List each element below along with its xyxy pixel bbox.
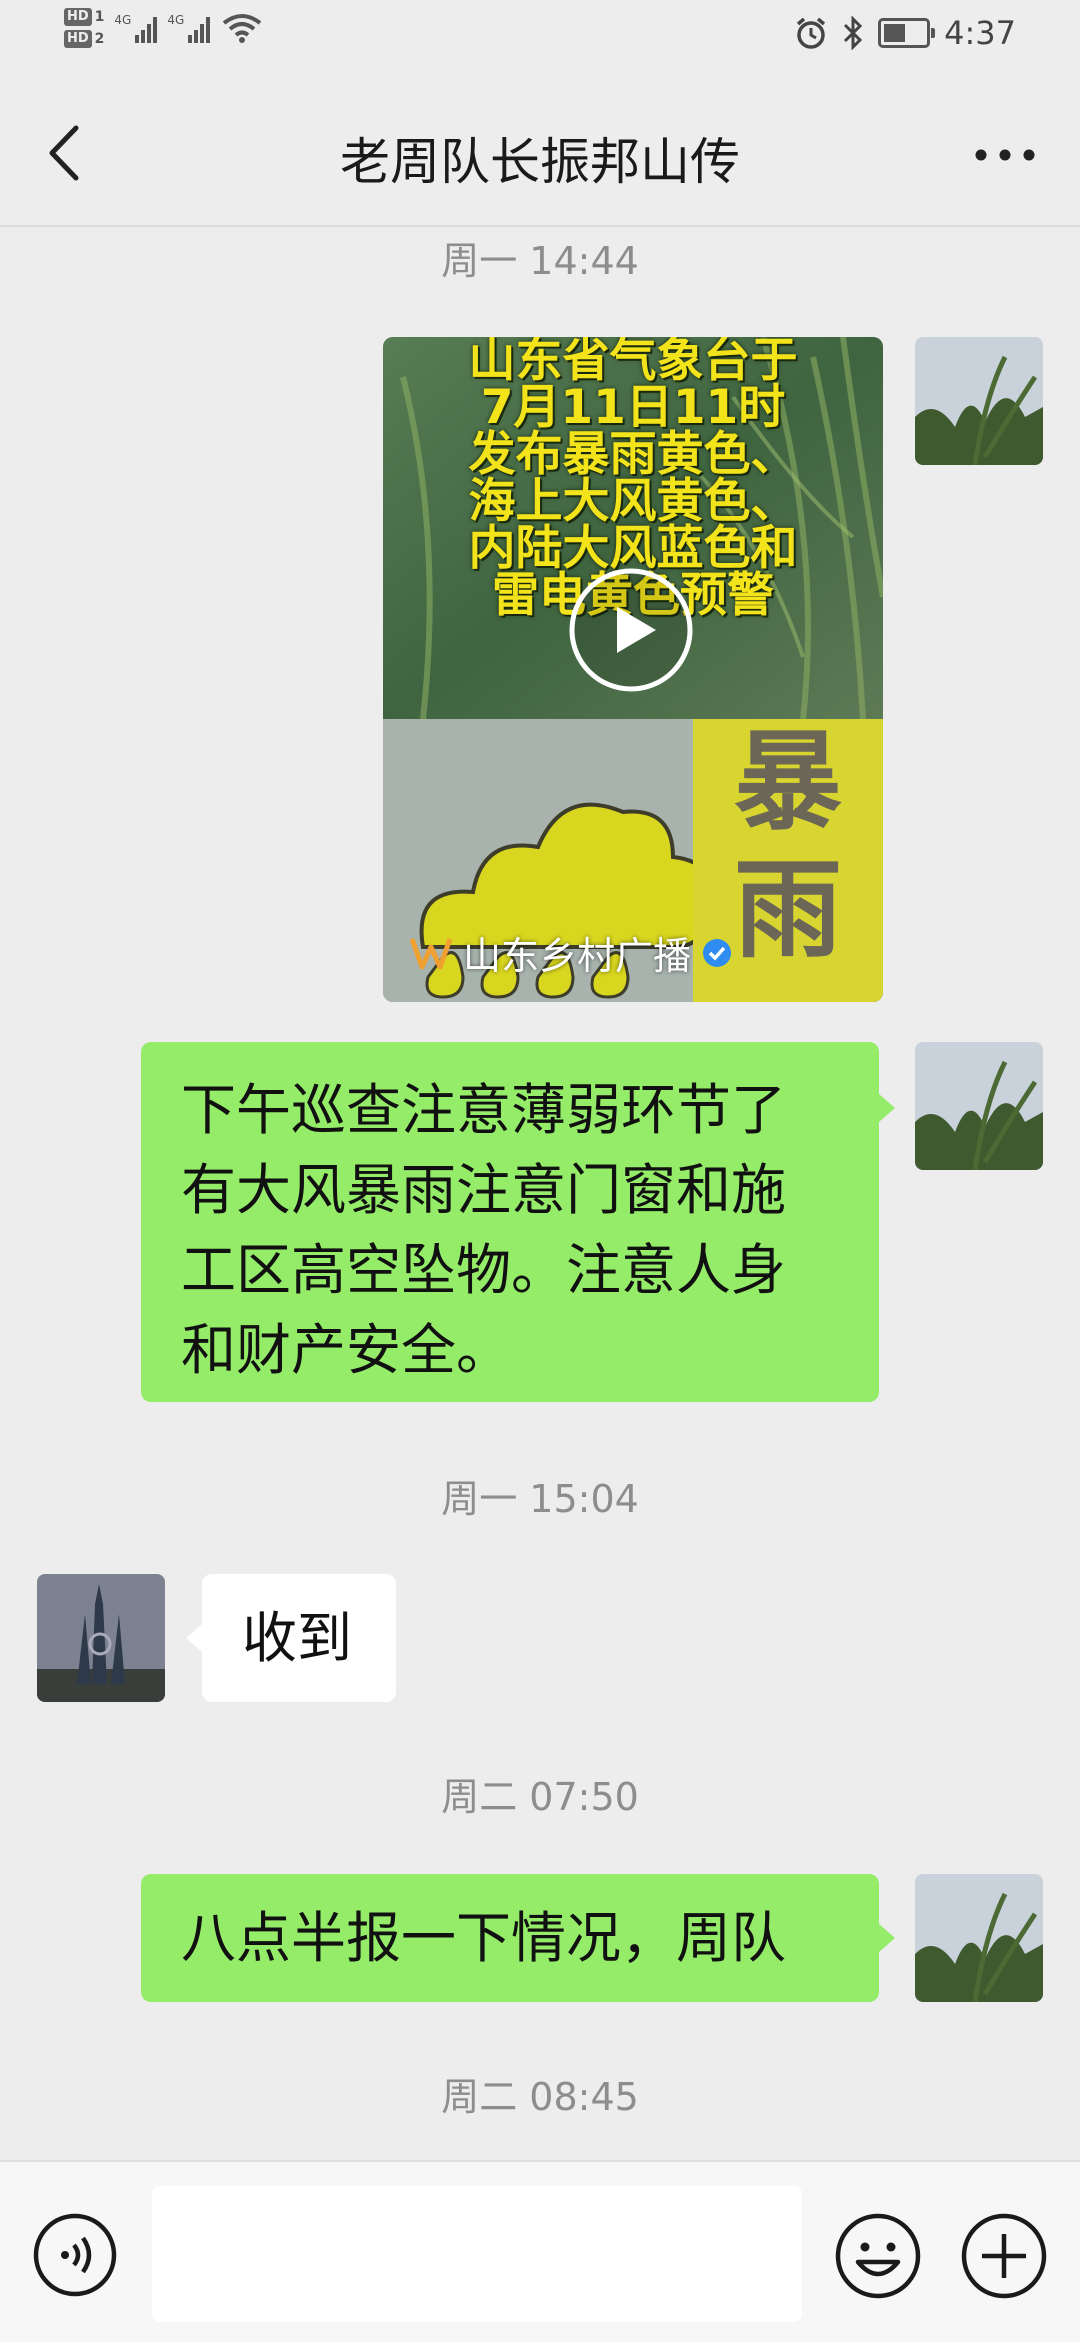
timestamp: 周一 14:44	[441, 239, 639, 283]
bubble-tail	[186, 1624, 202, 1652]
message-bubble-sent[interactable]: 八点半报一下情况，周队	[141, 1874, 879, 2002]
plus-icon[interactable]	[960, 2212, 1048, 2300]
status-left: HD 1 HD 2 4G 4G	[64, 8, 262, 48]
status-bar: HD 1 HD 2 4G 4G 4:37	[0, 0, 1080, 80]
timestamp: 周二 08:45	[441, 2075, 639, 2119]
message-bubble-sent[interactable]: 下午巡查注意薄弱环节了有大风暴雨注意门窗和施工区高空坠物。注意人身和财产安全。	[141, 1042, 879, 1402]
message-input[interactable]	[152, 2186, 802, 2322]
emoji-icon[interactable]	[834, 2212, 922, 2300]
avatar[interactable]	[37, 1574, 165, 1702]
voice-icon[interactable]	[32, 2212, 118, 2298]
sim2-indicator: HD 2	[64, 30, 104, 48]
chat-header: 老周队长振邦山传	[0, 100, 1080, 210]
status-time: 4:37	[944, 14, 1016, 52]
avatar-image	[915, 1042, 1043, 1170]
status-right: 4:37	[794, 14, 1016, 52]
message-bubble-received[interactable]: 收到	[202, 1574, 396, 1702]
wifi-icon	[223, 14, 262, 43]
bluetooth-icon	[844, 16, 863, 50]
avatar-image	[915, 1874, 1043, 2002]
video-source: 山东乡村广播	[409, 925, 733, 980]
channel-logo-icon	[409, 937, 453, 969]
timestamp: 周一 15:04	[441, 1477, 639, 1521]
verified-badge-icon	[703, 938, 732, 967]
avatar[interactable]	[915, 1042, 1043, 1170]
avatar[interactable]	[915, 337, 1043, 465]
signal-icon-2: 4G	[167, 13, 211, 43]
more-dots-icon[interactable]	[970, 130, 1040, 180]
avatar-image	[37, 1574, 165, 1702]
battery-icon	[878, 18, 936, 48]
sim1-indicator: HD 1	[64, 8, 104, 26]
alarm-icon	[797, 17, 826, 49]
avatar[interactable]	[915, 1874, 1043, 2002]
bubble-tail	[879, 1094, 895, 1122]
avatar-image	[915, 337, 1043, 465]
chat-title: 老周队长振邦山传	[340, 133, 740, 191]
input-bar	[0, 2160, 1080, 2342]
header-divider	[0, 225, 1080, 227]
signal-icon: 4G	[114, 13, 158, 43]
timestamp: 周二 07:50	[441, 1775, 639, 1819]
bubble-tail	[879, 1924, 895, 1952]
play-icon[interactable]	[568, 567, 694, 693]
video-message[interactable]: 山东省气象台于 7月11日11时 发布暴雨黄色、 海上大风黄色、 内陆大风蓝色和…	[383, 337, 883, 1002]
